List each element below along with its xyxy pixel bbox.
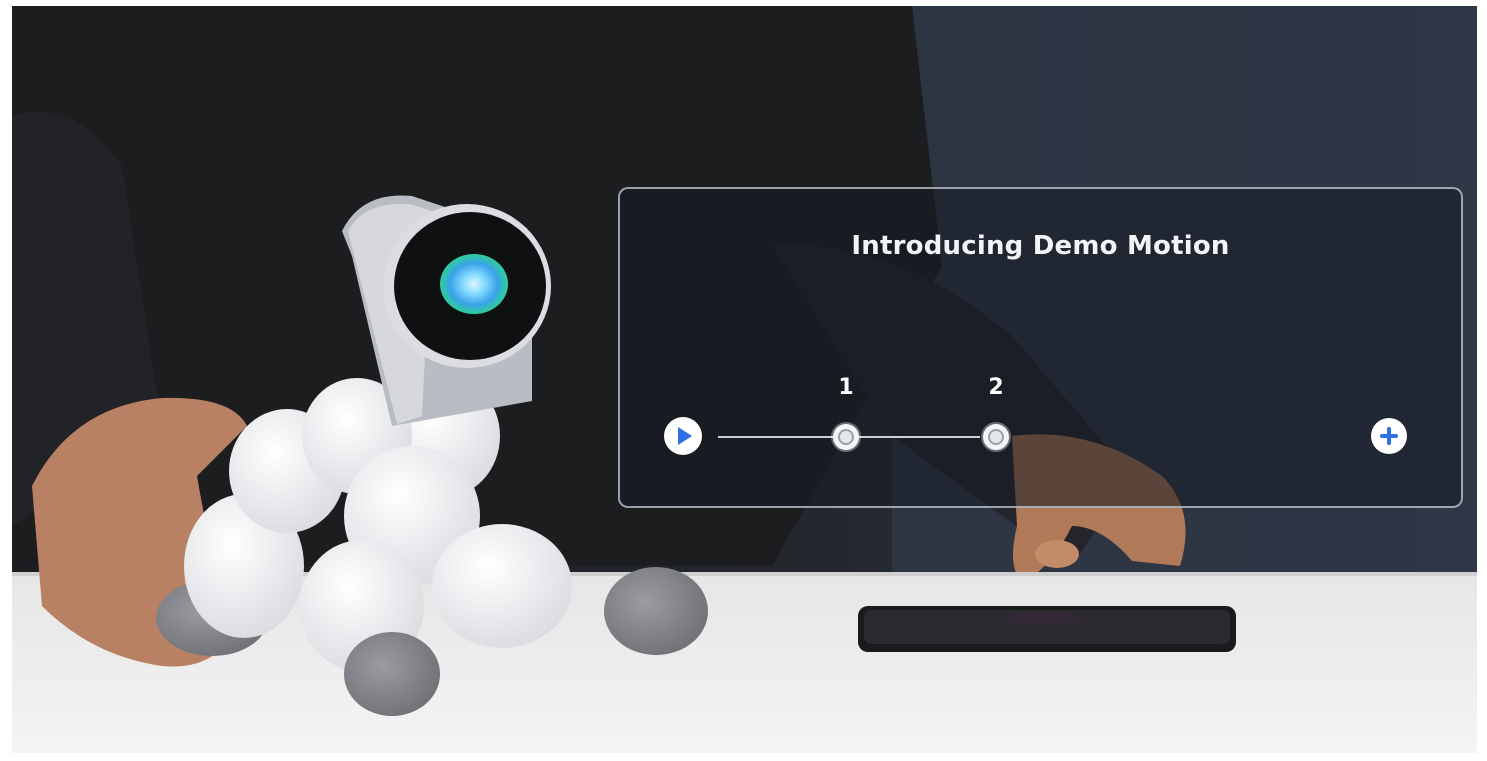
keyframe-2-label: 2	[988, 375, 1004, 400]
keyframe-dot-icon	[838, 429, 854, 445]
keyframe-2-node[interactable]	[983, 424, 1009, 450]
play-icon	[678, 427, 692, 445]
right-hand-thumb	[1035, 540, 1079, 568]
keyframe-dot-icon	[988, 429, 1004, 445]
play-button[interactable]	[664, 417, 702, 455]
smartphone	[858, 606, 1236, 652]
add-keyframe-button[interactable]	[1371, 418, 1407, 454]
video-frame: Introducing Demo Motion 1 2	[12, 6, 1477, 753]
keyframe-1-node[interactable]	[833, 424, 859, 450]
keyframe-1-label: 1	[838, 375, 854, 400]
panel-title: Introducing Demo Motion	[851, 231, 1230, 261]
demo-motion-panel: Introducing Demo Motion 1 2	[618, 187, 1463, 508]
